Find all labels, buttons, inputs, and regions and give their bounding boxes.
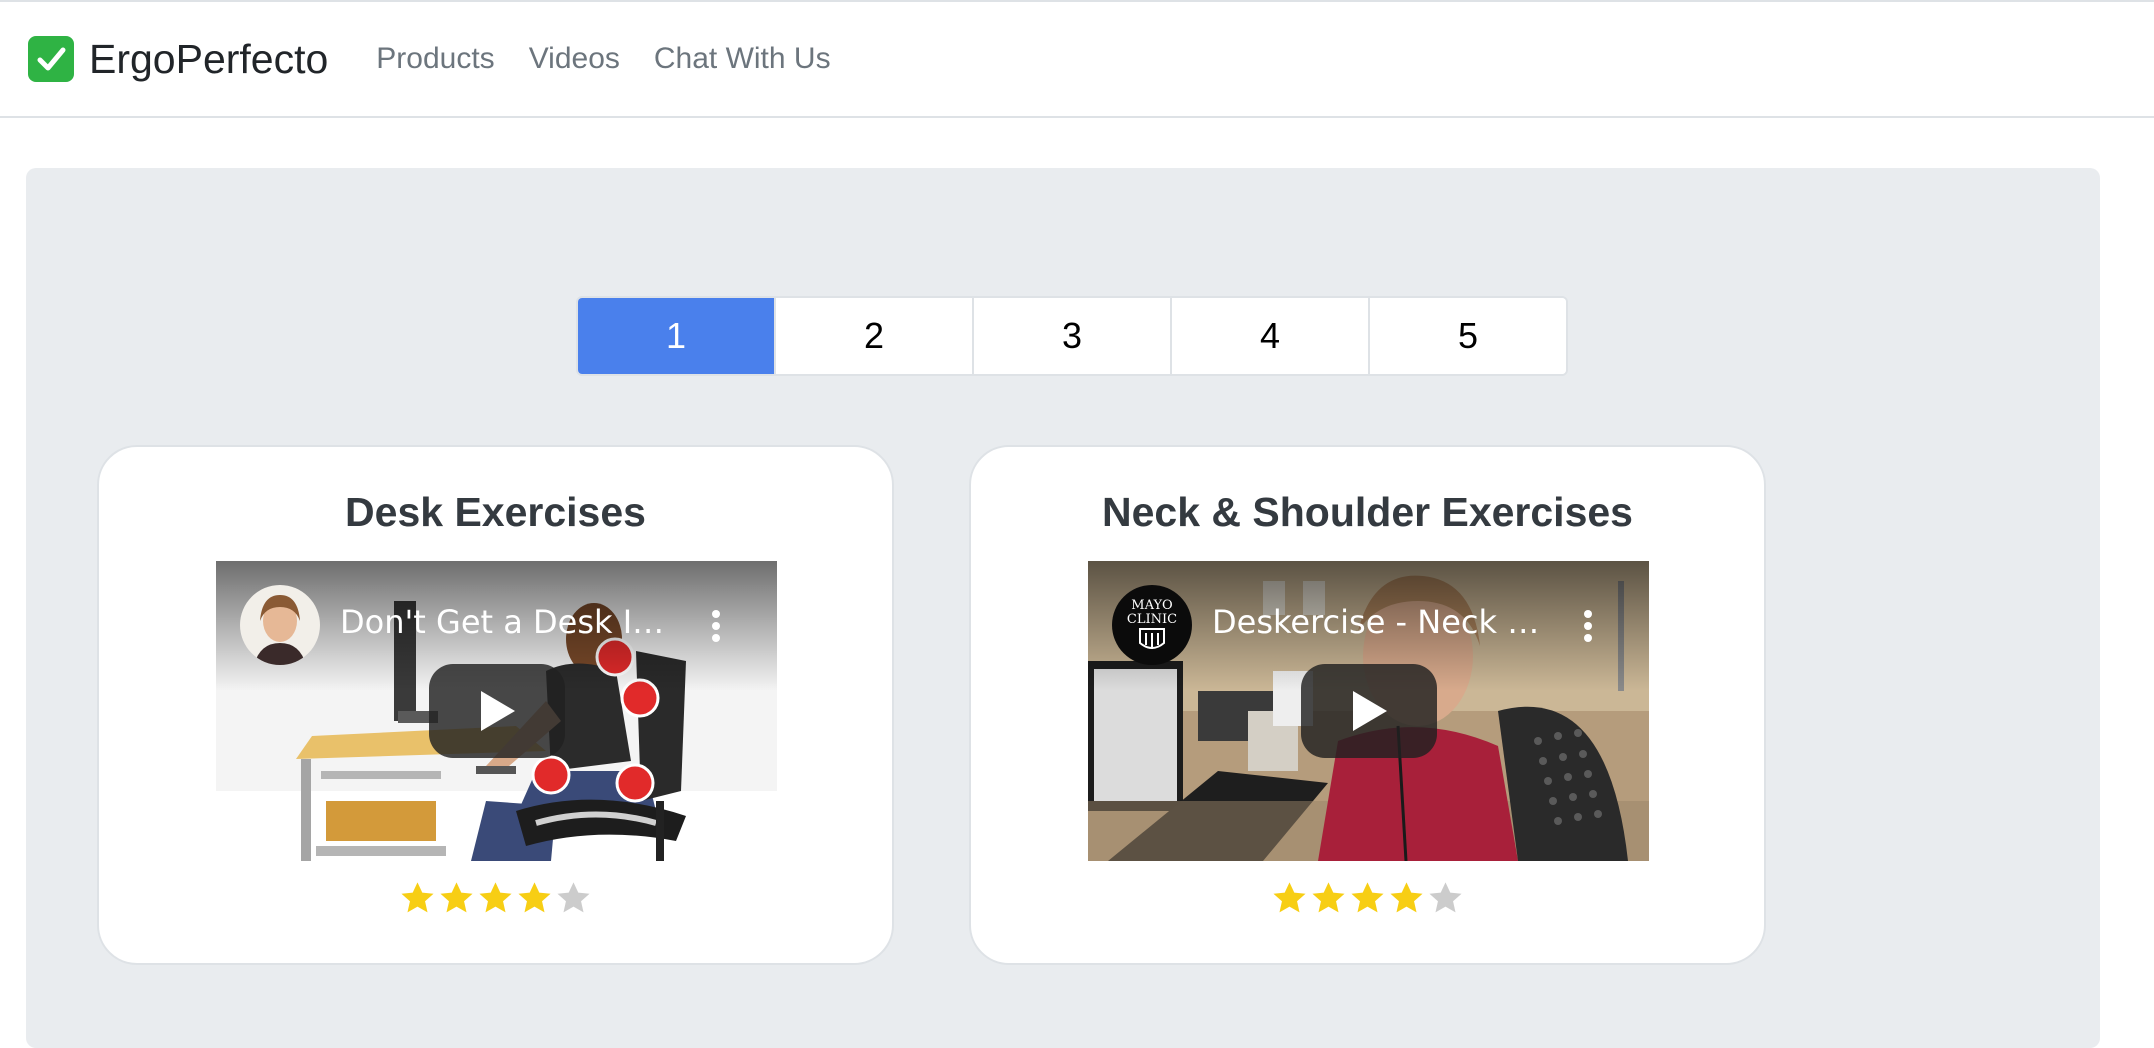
nav-link-products[interactable]: Products — [376, 42, 494, 76]
play-button[interactable] — [1301, 664, 1437, 758]
star-icon — [399, 880, 436, 917]
page-button-4[interactable]: 4 — [1172, 298, 1370, 374]
star-icon — [1427, 880, 1464, 917]
star-icon — [555, 880, 592, 917]
check-mark-icon — [28, 36, 74, 82]
more-vertical-icon[interactable] — [1583, 609, 1593, 643]
channel-avatar[interactable]: MAYO CLINIC — [1112, 585, 1192, 665]
play-icon — [481, 691, 515, 731]
card-title: Desk Exercises — [345, 489, 646, 535]
star-rating — [971, 880, 1764, 917]
video-player-neck-shoulder-exercises[interactable]: MAYO CLINIC Deskercise - Neck a... — [1088, 561, 1649, 861]
page-button-2[interactable]: 2 — [776, 298, 974, 374]
star-icon — [1349, 880, 1386, 917]
star-rating — [99, 880, 892, 917]
video-card-desk-exercises: Desk Exercises Don't Get a Desk Inj... — [97, 445, 894, 965]
video-player-desk-exercises[interactable]: Don't Get a Desk Inj... — [216, 561, 777, 861]
pagination: 1 2 3 4 5 — [576, 296, 1568, 376]
star-icon — [1388, 880, 1425, 917]
page-button-5[interactable]: 5 — [1370, 298, 1566, 374]
star-icon — [438, 880, 475, 917]
channel-logo-text-line-1: MAYO — [1131, 598, 1172, 613]
channel-logo-text-line-2: CLINIC — [1127, 612, 1177, 627]
card-title: Neck & Shoulder Exercises — [1102, 489, 1633, 535]
more-vertical-icon[interactable] — [711, 609, 721, 643]
channel-avatar[interactable] — [240, 585, 320, 665]
video-title[interactable]: Don't Get a Desk Inj... — [340, 603, 680, 641]
star-icon — [477, 880, 514, 917]
nav-link-chat[interactable]: Chat With Us — [654, 42, 831, 76]
video-card-neck-shoulder-exercises: Neck & Shoulder Exercises MAYO CLINIC De… — [969, 445, 1766, 965]
video-title[interactable]: Deskercise - Neck a... — [1212, 603, 1552, 641]
nav-link-videos[interactable]: Videos — [529, 42, 620, 76]
star-icon — [1271, 880, 1308, 917]
play-button[interactable] — [429, 664, 565, 758]
navbar: ErgoPerfecto Products Videos Chat With U… — [0, 0, 2154, 118]
star-icon — [516, 880, 553, 917]
brand-name: ErgoPerfecto — [89, 35, 329, 82]
page-button-3[interactable]: 3 — [974, 298, 1172, 374]
page-button-1[interactable]: 1 — [578, 298, 776, 374]
brand-link[interactable]: ErgoPerfecto — [28, 36, 328, 83]
play-icon — [1353, 691, 1387, 731]
star-icon — [1310, 880, 1347, 917]
